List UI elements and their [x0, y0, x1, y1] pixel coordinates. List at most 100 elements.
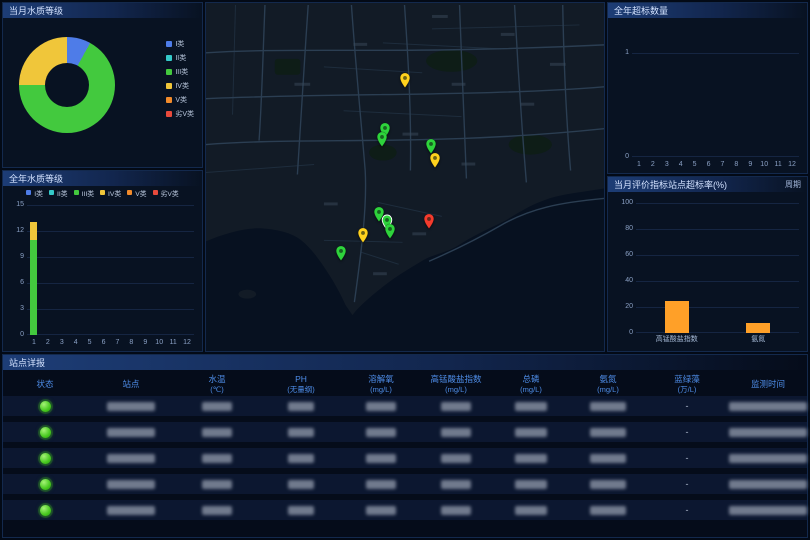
table-cell	[727, 448, 809, 468]
column-label: 状态	[36, 379, 53, 389]
status-dot	[40, 479, 51, 490]
legend-label: V类	[135, 188, 146, 198]
map-pin[interactable]	[384, 224, 395, 240]
column-header: 蓝绿藻(万/L)	[647, 374, 727, 393]
table-row[interactable]: -	[3, 500, 807, 520]
y-tick-label: 6	[8, 279, 24, 286]
map-pin-icon	[429, 152, 440, 168]
status-dot	[40, 427, 51, 438]
legend-item[interactable]: 劣V类	[166, 109, 194, 119]
legend-label: I类	[175, 39, 184, 49]
redacted-value	[288, 402, 314, 411]
table-cell	[259, 474, 343, 494]
legend-item[interactable]: V类	[166, 95, 194, 105]
y-tick-label: 0	[613, 153, 629, 160]
station-table: 状态站点水温(℃)PH(无量纲)溶解氧(mg/L)高锰酸盐指数(mg/L)总磷(…	[3, 370, 807, 537]
map-pin[interactable]	[358, 228, 369, 244]
table-cell	[419, 422, 493, 442]
y-tick-label: 60	[617, 251, 633, 258]
left-column: 当月水质等级 I类II类III类IV类V类劣V类 全年水质等级 I类II类III…	[2, 2, 203, 352]
legend-item[interactable]: IV类	[100, 188, 121, 198]
x-tick-label: 10	[757, 161, 771, 168]
algae-value: -	[686, 427, 689, 437]
column-header: 高锰酸盐指数(mg/L)	[419, 374, 493, 393]
x-tick-label: 9	[743, 161, 757, 168]
table-cell	[3, 448, 87, 468]
legend-swatch	[127, 190, 132, 195]
map-pin[interactable]	[429, 152, 440, 168]
panel-header: 当月评价指标站点超标率(%) 周期	[608, 177, 807, 192]
column-header: 溶解氧(mg/L)	[343, 374, 419, 393]
period-label[interactable]: 周期	[785, 179, 801, 190]
map-pin[interactable]	[399, 72, 410, 88]
bar	[746, 323, 770, 333]
x-tick-label: 5	[688, 161, 702, 168]
redacted-value	[590, 480, 626, 489]
grid-line	[636, 332, 799, 333]
table-row[interactable]: -	[3, 448, 807, 468]
bar-segment	[30, 240, 37, 335]
column-label: PH	[295, 374, 307, 384]
y-tick-label: 100	[617, 199, 633, 206]
legend-label: II类	[57, 188, 68, 198]
legend-swatch	[166, 111, 172, 117]
legend-item[interactable]: II类	[49, 188, 68, 198]
redacted-value	[441, 480, 471, 489]
column-label: 氨氮	[599, 374, 616, 384]
map-pin[interactable]	[376, 132, 387, 148]
panel-title: 当月评价指标站点超标率(%)	[614, 178, 727, 191]
column-unit: (mg/L)	[445, 385, 467, 394]
legend-item[interactable]: I类	[166, 39, 194, 49]
grid-line	[27, 309, 194, 310]
table-row[interactable]: -	[3, 396, 807, 416]
y-tick-label: 80	[617, 225, 633, 232]
table-cell	[87, 500, 175, 520]
redacted-value	[107, 506, 155, 515]
redacted-value	[515, 402, 547, 411]
redacted-value	[590, 428, 626, 437]
x-tick-label: 5	[83, 339, 97, 346]
redacted-value	[202, 428, 232, 437]
y-tick-label: 20	[617, 303, 633, 310]
map-pin-icon	[399, 72, 410, 88]
status-dot	[40, 401, 51, 412]
legend-item[interactable]: III类	[166, 67, 194, 77]
x-tick-label: 8	[729, 161, 743, 168]
redacted-value	[515, 506, 547, 515]
map-pin[interactable]	[423, 213, 434, 229]
table-body: - - - - -	[3, 396, 807, 520]
redacted-value	[729, 480, 807, 489]
column-header: 水温(℃)	[175, 374, 259, 393]
redacted-value	[590, 454, 626, 463]
x-tick-label: 1	[632, 161, 646, 168]
legend-label: I类	[34, 188, 43, 198]
map[interactable]	[205, 2, 605, 352]
table-row[interactable]: -	[3, 474, 807, 494]
map-pin[interactable]	[335, 246, 346, 262]
redacted-value	[202, 506, 232, 515]
map-pin-icon	[335, 246, 346, 262]
exceedance-chart: 01123456789101112	[632, 27, 799, 157]
legend-item[interactable]: IV类	[166, 81, 194, 91]
x-tick-label: 8	[124, 339, 138, 346]
legend-item[interactable]: I类	[26, 188, 43, 198]
table-row[interactable]: -	[3, 422, 807, 442]
legend-item[interactable]: 劣V类	[153, 188, 179, 198]
legend-label: II类	[175, 53, 186, 63]
redacted-value	[515, 428, 547, 437]
legend-label: V类	[175, 95, 187, 105]
legend-swatch	[49, 190, 54, 195]
rate-bar-chart: 020406080100高锰酸盐指数氨氮	[636, 203, 799, 333]
legend-item[interactable]: II类	[166, 53, 194, 63]
table-cell	[419, 448, 493, 468]
redacted-value	[107, 402, 155, 411]
column-header: 总磷(mg/L)	[493, 374, 569, 393]
legend-item[interactable]: V类	[127, 188, 146, 198]
table-cell	[175, 422, 259, 442]
x-tick-label: 6	[97, 339, 111, 346]
grid-line	[27, 334, 194, 335]
table-cell	[87, 448, 175, 468]
donut-legend: I类 II类 III类 IV类 V类劣V类	[166, 39, 194, 119]
x-tick-label: 2	[41, 339, 55, 346]
legend-item[interactable]: III类	[74, 188, 94, 198]
